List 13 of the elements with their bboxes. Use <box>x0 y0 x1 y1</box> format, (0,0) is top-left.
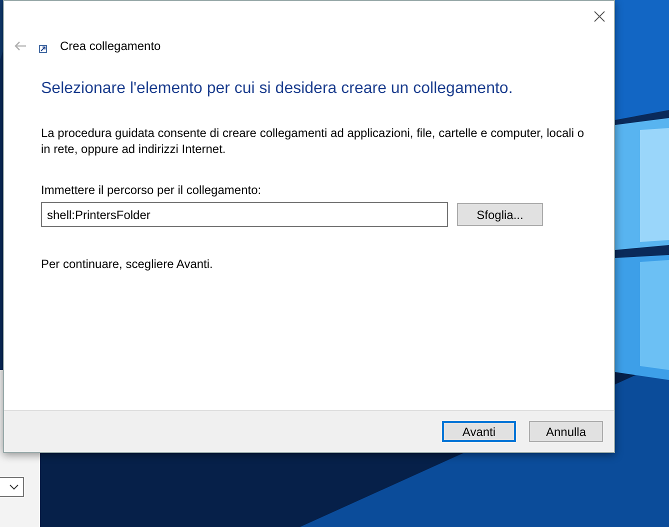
description-text: La procedura guidata consente di creare collegamenti ad applicazioni, file, cartelle e computer, locali o in rete, oppure ad indirizzi Internet. <box>41 125 585 157</box>
close-icon[interactable] <box>594 11 605 22</box>
window-title: Crea collegamento <box>60 39 161 53</box>
path-field[interactable]: shell:PrintersFolder <box>41 202 448 227</box>
path-label: Immettere il percorso per il collegamento: <box>41 183 262 197</box>
dropdown[interactable] <box>0 477 24 497</box>
page-heading: Selezionare l'elemento per cui si desidera creare un collegamento. <box>41 80 514 98</box>
shortcut-icon <box>39 44 47 52</box>
cancel-button[interactable]: Annulla <box>529 421 603 442</box>
hint-text: Per continuare, scegliere Avanti. <box>41 257 214 271</box>
next-button[interactable]: Avanti <box>442 421 516 442</box>
chevron-icon <box>9 484 19 490</box>
browse-button[interactable]: Sfoglia... <box>457 203 543 226</box>
